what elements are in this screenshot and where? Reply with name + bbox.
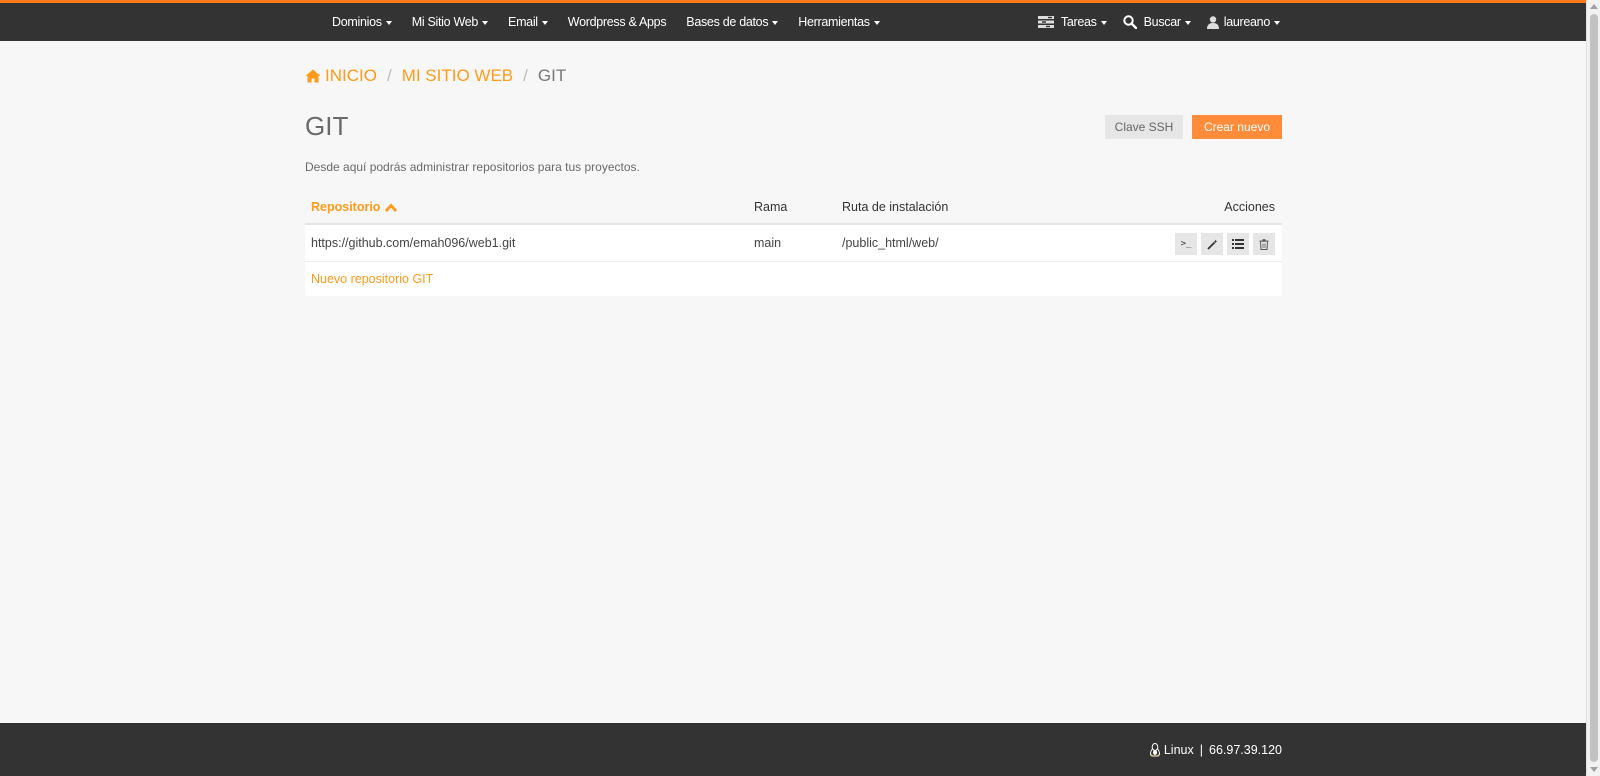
menu-mi-sitio-web[interactable]: Mi Sitio Web [411,15,489,29]
page-scrollbar[interactable] [1586,0,1600,776]
menu-label: Herramientas [798,15,870,29]
breadcrumb-home-label: INICIO [325,66,377,85]
chevron-up-icon [385,202,398,212]
account-menu[interactable]: laureano [1206,15,1280,29]
magic-wand-icon [1206,239,1217,250]
server-info: Linux | 66.97.39.120 [1149,743,1282,757]
repo-branch: main [754,236,782,250]
table-row: https://github.com/emah096/web1.git main… [305,225,1282,262]
breadcrumb-separator: / [386,66,392,85]
create-new-button[interactable]: Crear nuevo [1192,115,1282,139]
menu-label: Wordpress & Apps [567,15,667,29]
scroll-up-icon[interactable] [1590,4,1598,9]
user-menu: Tareas Buscar laureano [1022,3,1280,41]
column-header-branch: Rama [754,200,788,214]
caret-down-icon [873,20,880,25]
menu-bases-de-datos[interactable]: Bases de datos [686,15,779,29]
caret-down-icon [1274,20,1280,25]
main-menu: Dominios Mi Sitio Web Email Wordpress & … [332,3,900,41]
list-icon [1232,239,1244,249]
os-label: Linux [1163,743,1194,757]
terminal-button[interactable]: >_ [1175,233,1197,255]
caret-down-icon [482,20,489,25]
username-label: laureano [1223,15,1271,29]
linux-icon [1149,743,1160,757]
repo-path: /public_html/web/ [842,236,939,250]
delete-button[interactable] [1253,233,1275,255]
column-header-actions: Acciones [1224,200,1275,214]
caret-down-icon [1100,20,1107,25]
breadcrumb-current: GIT [537,66,567,85]
breadcrumb-mi-sitio-web[interactable]: MI SITIO WEB [402,66,513,86]
search-menu[interactable]: Buscar [1122,15,1191,29]
column-header-repo[interactable]: Repositorio [311,200,398,214]
ssh-key-button[interactable]: Clave SSH [1105,115,1183,139]
new-repo-row: Nuevo repositorio GIT [305,262,1282,296]
breadcrumb: INICIO / MI SITIO WEB / GIT [305,66,566,86]
repo-url: https://github.com/emah096/web1.git [311,236,516,250]
tasks-icon [1037,16,1054,28]
caret-down-icon [1184,20,1191,25]
footer: Linux | 66.97.39.120 [0,723,1586,776]
list-button[interactable] [1227,233,1249,255]
menu-label: Email [508,15,538,29]
column-header-path: Ruta de instalación [842,200,949,214]
tasks-label: Tareas [1060,15,1097,29]
scrollbar-thumb[interactable] [1590,14,1598,762]
menu-email[interactable]: Email [508,15,548,29]
user-icon [1206,15,1219,29]
caret-down-icon [541,20,548,25]
tasks-menu[interactable]: Tareas [1037,15,1107,29]
search-icon [1122,15,1137,29]
search-label: Buscar [1143,15,1181,29]
top-navbar: Dominios Mi Sitio Web Email Wordpress & … [0,0,1586,41]
menu-label: Dominios [332,15,382,29]
new-repo-link[interactable]: Nuevo repositorio GIT [311,272,433,286]
footer-separator: | [1199,743,1203,757]
repositories-table: Repositorio Rama Ruta de instalación Acc… [305,192,1282,296]
breadcrumb-separator: / [523,66,528,85]
caret-down-icon [772,20,779,25]
scroll-down-icon[interactable] [1590,767,1598,772]
trash-icon [1259,238,1269,250]
column-header-repo-label: Repositorio [311,200,381,214]
row-actions: >_ [1171,233,1275,255]
menu-wordpress-apps[interactable]: Wordpress & Apps [568,15,667,29]
caret-down-icon [385,20,392,25]
home-icon [305,69,321,83]
page-description: Desde aquí podrás administrar repositori… [305,160,640,174]
page-title: GIT [305,111,349,141]
menu-dominios[interactable]: Dominios [332,15,392,29]
table-header: Repositorio Rama Ruta de instalación Acc… [305,192,1282,225]
menu-herramientas[interactable]: Herramientas [798,15,880,29]
menu-label: Mi Sitio Web [411,15,479,29]
edit-button[interactable] [1201,233,1223,255]
terminal-icon: >_ [1180,239,1192,249]
server-ip: 66.97.39.120 [1209,743,1282,757]
breadcrumb-home[interactable]: INICIO [305,66,377,86]
menu-label: Bases de datos [686,15,769,29]
